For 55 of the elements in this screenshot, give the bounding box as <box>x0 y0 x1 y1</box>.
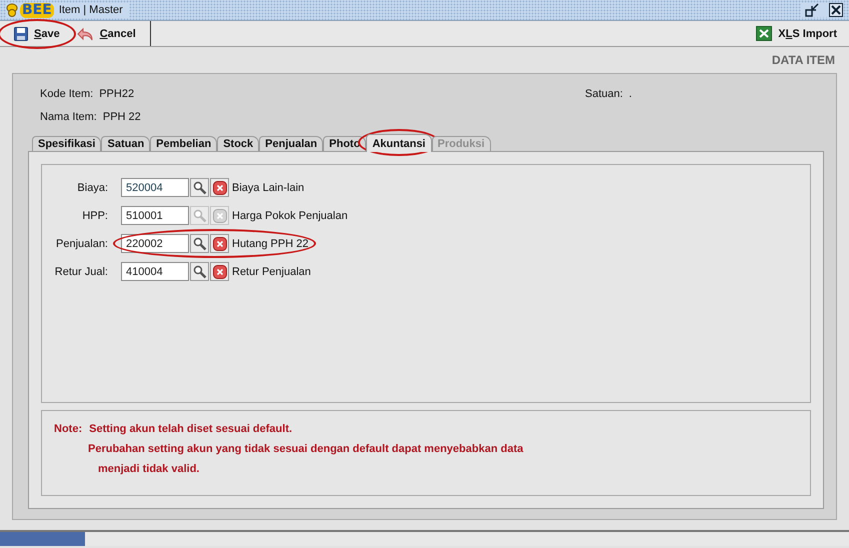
undo-arrow-icon <box>76 26 94 40</box>
search-button[interactable] <box>190 262 209 281</box>
tab[interactable]: Satuan <box>101 136 150 151</box>
section-title: DATA ITEM <box>770 53 836 69</box>
restore-button[interactable] <box>805 3 819 17</box>
account-name: Hutang PPH 22 <box>232 238 308 250</box>
field-value: PPH 22 <box>102 110 141 122</box>
tab[interactable]: Penjualan <box>259 136 324 151</box>
window-title: Item | Master <box>58 4 123 16</box>
restore-icon <box>805 3 819 17</box>
search-button[interactable] <box>190 234 209 253</box>
cancel-button[interactable]: Cancel <box>68 24 144 44</box>
search-icon <box>192 236 206 250</box>
clear-icon <box>212 236 226 250</box>
clear-button[interactable] <box>210 234 229 253</box>
import-button[interactable]: XLS Import <box>748 21 845 46</box>
field-label: HPP: <box>81 210 108 222</box>
account-code-field[interactable]: 220002 <box>121 234 189 253</box>
note-label: Note: <box>54 423 82 435</box>
close-icon <box>829 3 843 17</box>
account-name: Harga Pokok Penjualan <box>232 210 348 222</box>
tab[interactable]: Spesifikasi <box>32 136 102 151</box>
field-value: PPH22 <box>99 88 134 100</box>
tab[interactable]: Akuntansi <box>366 134 432 152</box>
account-name: Retur Penjualan <box>232 266 311 278</box>
search-icon <box>192 180 206 194</box>
field-value: . <box>628 88 632 100</box>
account-code-field[interactable]: 520004 <box>121 178 189 197</box>
search-icon <box>192 264 206 278</box>
search-button[interactable] <box>190 178 209 197</box>
note-text: Setting akun telah diset sesuai default. <box>89 423 292 435</box>
account-code-field[interactable]: 410004 <box>121 262 189 281</box>
field-label: Nama Item: <box>40 110 97 122</box>
spreadsheet-icon <box>756 26 772 41</box>
account-name: Biaya Lain-lain <box>232 182 304 194</box>
tab[interactable]: Stock <box>217 136 260 151</box>
field-label: Satuan: <box>585 88 623 100</box>
close-button[interactable] <box>829 3 843 17</box>
note-text: Perubahan setting akun yang tidak sesuai dengan default dapat menyebabkan data <box>87 443 524 455</box>
clear-button[interactable] <box>210 262 229 281</box>
clear-button[interactable] <box>210 178 229 197</box>
clear-icon <box>212 264 226 278</box>
tab[interactable]: Pembelian <box>150 136 218 151</box>
note-text: menjadi tidak valid. <box>97 463 200 475</box>
field-label: Retur Jual: <box>54 266 108 278</box>
search-icon <box>192 208 206 222</box>
field-label: Kode Item: <box>40 88 94 100</box>
bee-icon <box>6 3 18 17</box>
clear-icon <box>212 208 226 222</box>
tab[interactable]: Photo <box>323 136 366 151</box>
clear-icon <box>212 180 226 194</box>
app-logo: BEE <box>20 2 54 18</box>
save-button[interactable]: Save <box>6 24 68 44</box>
field-label: Biaya: <box>76 182 108 194</box>
field-label: Penjualan: <box>55 238 108 250</box>
